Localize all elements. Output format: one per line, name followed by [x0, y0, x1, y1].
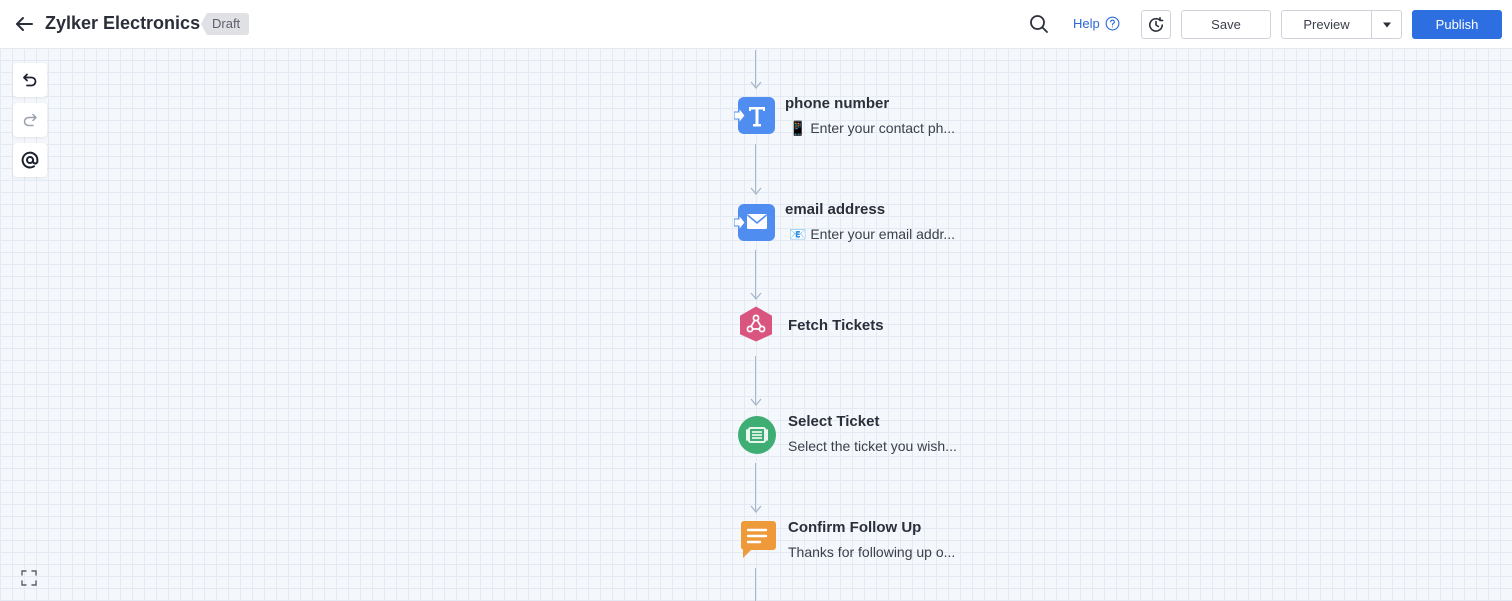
arrow-down-icon [750, 292, 761, 300]
arrow-down-icon [750, 398, 761, 406]
help-link[interactable]: Help [1073, 16, 1120, 31]
message-bubble-icon [741, 521, 776, 558]
undo-button[interactable] [13, 63, 47, 97]
search-icon[interactable] [1029, 14, 1049, 34]
flow-connector [755, 568, 756, 601]
at-sign-icon [21, 151, 39, 169]
question-circle-icon [1105, 16, 1120, 31]
help-label: Help [1073, 16, 1100, 31]
preview-button[interactable]: Preview [1281, 10, 1372, 39]
text-input-icon [734, 97, 775, 134]
arrow-down-icon [750, 81, 761, 89]
flow-connector [755, 463, 756, 511]
flow-connector [755, 356, 756, 404]
node-title: Fetch Tickets [788, 317, 884, 334]
fullscreen-icon[interactable] [20, 569, 38, 587]
node-title: Confirm Follow Up [788, 519, 922, 536]
node-title: email address [785, 201, 886, 218]
mention-button[interactable] [13, 143, 47, 177]
email-input-icon [734, 204, 775, 241]
node-title: phone number [785, 95, 890, 112]
save-button[interactable]: Save [1181, 10, 1271, 39]
node-subtitle: Thanks for following up o... [788, 544, 956, 560]
webhook-icon [740, 306, 772, 342]
node-title: Select Ticket [788, 413, 880, 430]
flow-connector [755, 250, 756, 298]
arrow-down-icon [750, 187, 761, 195]
redo-button[interactable] [13, 103, 47, 137]
redo-icon [23, 113, 37, 127]
undo-icon [23, 73, 37, 87]
page-title: Zylker Electronics [45, 13, 201, 33]
node-subtitle: Select the ticket you wish... [788, 438, 957, 454]
node-subtitle: 📱 Enter your contact ph... [789, 120, 956, 136]
node-subtitle: 📧 Enter your email addr... [789, 226, 956, 242]
arrow-down-icon [750, 505, 761, 513]
arrow-left-icon[interactable] [12, 12, 36, 36]
caret-down-icon [1382, 22, 1391, 27]
preview-dropdown-button[interactable] [1371, 10, 1402, 39]
top-bar: Zylker Electronics Draft Help Save Previ… [0, 0, 1512, 49]
history-icon [1149, 16, 1164, 32]
publish-button[interactable]: Publish [1412, 10, 1502, 39]
history-button[interactable] [1141, 10, 1171, 39]
flow-connector [755, 144, 756, 193]
status-badge: Draft [201, 13, 250, 35]
select-list-icon [738, 416, 776, 454]
